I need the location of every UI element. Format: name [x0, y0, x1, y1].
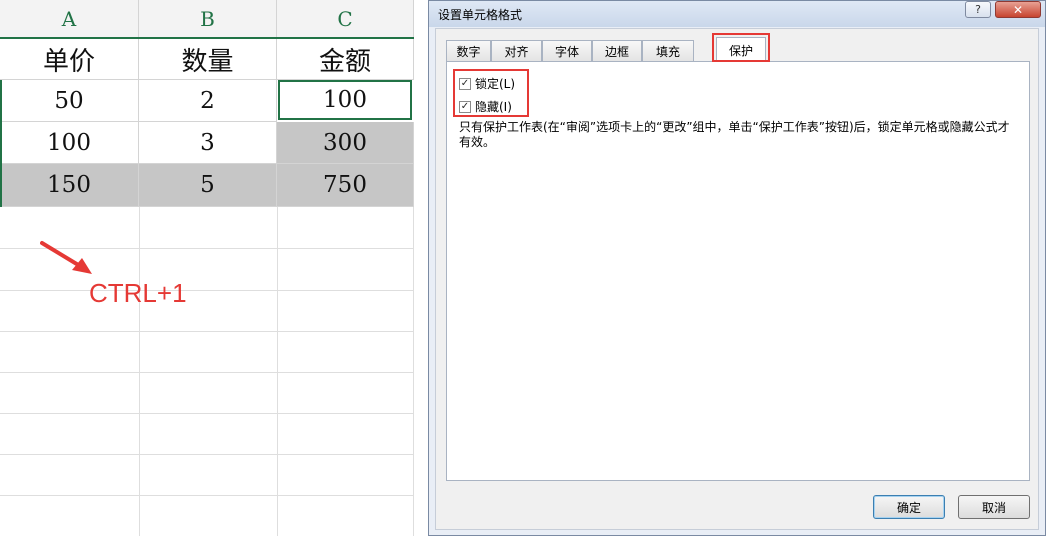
locked-checkbox[interactable]: ✓ [459, 77, 471, 90]
grid-line [413, 207, 414, 536]
dialog-body: 数字 对齐 字体 边框 填充 保护 ✓ 锁定(L) ✓ 隐藏(I) 只有保护工作… [435, 28, 1039, 530]
cell-a2[interactable]: 50 [0, 80, 139, 122]
locked-label: 锁定(L) [475, 77, 516, 91]
selection-row-marker [0, 80, 2, 207]
grid-line [0, 495, 414, 496]
format-cells-dialog: 设置单元格格式 ? ✕ 数字 对齐 字体 边框 填充 保护 ✓ 锁定(L) ✓ … [428, 0, 1046, 536]
tab-highlight-box [712, 33, 770, 62]
grid-line [139, 207, 140, 536]
shortcut-annotation: CTRL+1 [89, 278, 187, 308]
close-button[interactable]: ✕ [995, 1, 1041, 18]
hidden-checkbox-row[interactable]: ✓ 隐藏(I) [459, 98, 512, 115]
cell-b1[interactable]: 数量 [139, 39, 277, 80]
column-header-a[interactable]: A [0, 0, 139, 37]
cell-c3-selected[interactable]: 300 [277, 122, 414, 164]
grid-line [277, 207, 278, 536]
cell-a1[interactable]: 单价 [0, 39, 139, 80]
cell-a4-selected[interactable]: 150 [0, 164, 139, 207]
grid-line [0, 372, 414, 373]
cell-a3[interactable]: 100 [0, 122, 139, 164]
column-header-b[interactable]: B [139, 0, 277, 37]
locked-checkbox-row[interactable]: ✓ 锁定(L) [459, 75, 515, 92]
cell-b2[interactable]: 2 [139, 80, 277, 122]
tab-alignment[interactable]: 对齐 [491, 40, 542, 61]
grid-line [0, 413, 414, 414]
tab-fill[interactable]: 填充 [642, 40, 694, 61]
hidden-label: 隐藏(I) [475, 100, 512, 114]
protection-note: 只有保护工作表(在“审阅”选项卡上的“更改”组中，单击“保护工作表”按钮)后，锁… [459, 120, 1010, 149]
help-button[interactable]: ? [965, 1, 991, 18]
cell-c2-active[interactable]: 100 [278, 80, 412, 120]
red-arrow-icon [40, 241, 92, 274]
grid-line [0, 331, 414, 332]
cell-b4-selected[interactable]: 5 [139, 164, 277, 207]
protection-panel: ✓ 锁定(L) ✓ 隐藏(I) 只有保护工作表(在“审阅”选项卡上的“更改”组中… [446, 61, 1030, 481]
cancel-button[interactable]: 取消 [958, 495, 1030, 519]
ok-button[interactable]: 确定 [873, 495, 945, 519]
cell-b3[interactable]: 3 [139, 122, 277, 164]
hidden-checkbox[interactable]: ✓ [459, 100, 471, 113]
dialog-title: 设置单元格格式 [438, 8, 523, 22]
tab-number[interactable]: 数字 [446, 40, 491, 61]
spreadsheet: A B C 单价 数量 金额 50 2 100 100 3 300 150 5 … [0, 0, 420, 536]
grid-line [0, 290, 414, 291]
tab-border[interactable]: 边框 [592, 40, 642, 61]
cell-c1[interactable]: 金额 [277, 39, 414, 80]
tab-font[interactable]: 字体 [542, 40, 592, 61]
dialog-titlebar[interactable]: 设置单元格格式 ? ✕ [429, 1, 1045, 27]
column-header-c[interactable]: C [277, 0, 414, 37]
cell-c4-selected[interactable]: 750 [277, 164, 414, 207]
grid-line [0, 454, 414, 455]
